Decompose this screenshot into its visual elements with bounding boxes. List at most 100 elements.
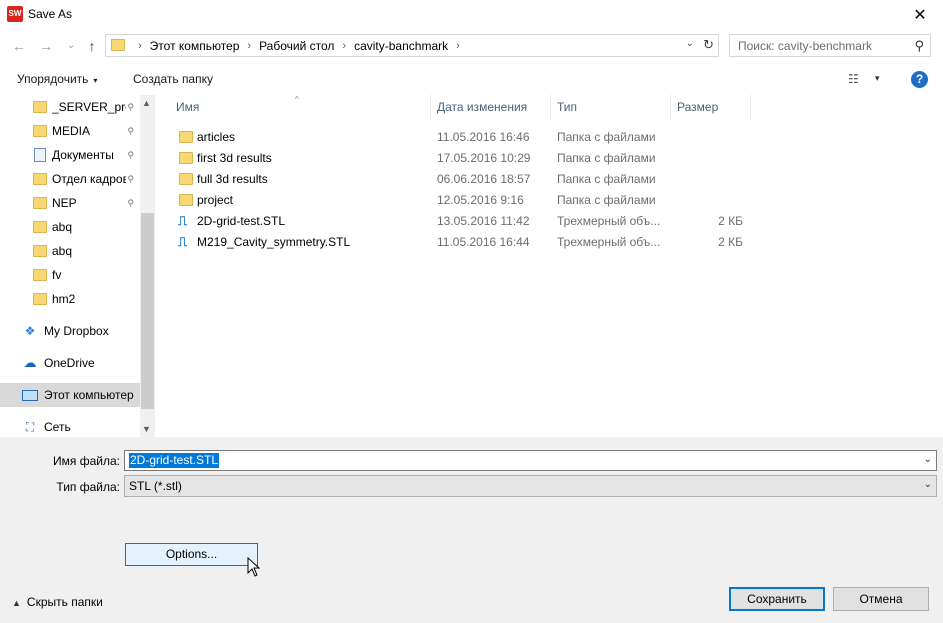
- nav-label: My Dropbox: [44, 324, 109, 338]
- chevron-right-icon: ›: [138, 39, 142, 52]
- pin-icon: ⚲: [127, 125, 134, 136]
- folder-icon: [179, 173, 193, 185]
- options-button[interactable]: Options...: [125, 543, 258, 566]
- folder-icon: [33, 173, 47, 185]
- nav-item-abq-2[interactable]: abq: [0, 239, 140, 263]
- scroll-down-icon[interactable]: ▼: [142, 424, 151, 434]
- nav-label: hm2: [52, 292, 76, 306]
- close-icon: ✕: [913, 7, 927, 24]
- file-type: Папка с файлами: [557, 151, 656, 165]
- breadcrumb: › Этот компьютер › Рабочий стол › cavity…: [130, 35, 468, 56]
- file-date: 11.05.2016 16:46: [437, 130, 530, 144]
- folder-icon: [33, 221, 47, 233]
- folder-icon: [33, 197, 47, 209]
- file-row[interactable]: first 3d results 17.05.2016 10:29 Папка …: [157, 147, 943, 168]
- nav-item-documents[interactable]: Документы ⚲: [0, 143, 140, 167]
- search-icon[interactable]: ⚲: [914, 38, 924, 54]
- chevron-right-icon[interactable]: ›: [342, 40, 346, 52]
- folder-icon: [33, 125, 47, 137]
- file-date: 06.06.2016 18:57: [437, 172, 531, 186]
- file-date: 17.05.2016 10:29: [437, 151, 531, 165]
- nav-item-hm2[interactable]: hm2: [0, 287, 140, 311]
- cloud-icon: ☁: [23, 355, 37, 370]
- chevron-down-icon[interactable]: ⌄: [686, 38, 694, 49]
- chevron-right-icon[interactable]: ›: [247, 40, 251, 52]
- column-header-date[interactable]: Дата изменения: [431, 95, 551, 120]
- folder-icon: [179, 131, 193, 143]
- caret-up-icon: ▲: [12, 598, 21, 608]
- cancel-button[interactable]: Отмена: [833, 587, 929, 611]
- sort-ascending-icon: ^: [295, 95, 299, 104]
- column-header-type[interactable]: Тип: [551, 95, 671, 120]
- file-row[interactable]: articles 11.05.2016 16:46 Папка с файлам…: [157, 126, 943, 147]
- column-header-name[interactable]: Имя: [170, 95, 431, 120]
- pin-icon: ⚲: [127, 101, 134, 112]
- forward-icon[interactable]: →: [36, 38, 56, 54]
- chevron-right-icon[interactable]: ›: [456, 40, 460, 52]
- help-icon[interactable]: ?: [911, 71, 928, 88]
- nav-item-abq[interactable]: abq: [0, 215, 140, 239]
- nav-item-onedrive[interactable]: ☁ OneDrive: [0, 351, 140, 375]
- nav-label: Этот компьютер: [44, 388, 134, 402]
- file-date: 12.05.2016 9:16: [437, 193, 524, 207]
- file-name: first 3d results: [197, 151, 272, 165]
- file-type: Папка с файлами: [557, 130, 656, 144]
- recent-locations-icon[interactable]: ⌄: [61, 38, 81, 54]
- up-folder-icon[interactable]: ↑: [82, 38, 102, 54]
- stl-file-icon: ⎍: [178, 234, 188, 249]
- filetype-label: Тип файла:: [56, 480, 120, 494]
- organize-button[interactable]: Упорядочить ▾: [17, 72, 97, 86]
- breadcrumb-desktop[interactable]: Рабочий стол: [259, 39, 334, 53]
- folder-icon: [33, 293, 47, 305]
- nav-scrollbar-thumb[interactable]: [141, 213, 154, 409]
- column-header-size[interactable]: Размер: [671, 95, 751, 120]
- chevron-down-icon[interactable]: ⌄: [924, 479, 932, 490]
- file-date: 13.05.2016 11:42: [437, 214, 530, 228]
- nav-item-hr-dept[interactable]: Отдел кадров ⚲: [0, 167, 140, 191]
- hide-folders-toggle[interactable]: ▲ Скрыть папки: [12, 595, 103, 609]
- file-name: articles: [197, 130, 236, 144]
- hide-folders-label: Скрыть папки: [26, 595, 103, 609]
- nav-label: abq: [52, 220, 73, 234]
- nav-item-this-pc[interactable]: Этот компьютер: [0, 383, 140, 407]
- file-row[interactable]: full 3d results 06.06.2016 18:57 Папка с…: [157, 168, 943, 189]
- search-input[interactable]: Поиск: cavity-benchmark ⚲: [729, 34, 931, 57]
- filetype-value: STL (*.stl): [129, 479, 182, 493]
- nav-item-nep[interactable]: NEP ⚲: [0, 191, 140, 215]
- scroll-up-icon[interactable]: ▲: [142, 98, 151, 108]
- pin-icon: ⚲: [127, 149, 134, 160]
- new-folder-button[interactable]: Создать папку: [133, 72, 213, 86]
- file-row[interactable]: ⎍ 2D-grid-test.STL 13.05.2016 11:42 Трех…: [157, 210, 943, 231]
- address-bar[interactable]: › Этот компьютер › Рабочий стол › cavity…: [105, 34, 719, 57]
- view-options-icon[interactable]: ☷: [848, 72, 859, 86]
- nav-item-media[interactable]: MEDIA ⚲: [0, 119, 140, 143]
- file-name: full 3d results: [197, 172, 268, 186]
- nav-label: Отдел кадров: [52, 172, 126, 186]
- window-title: Save As: [28, 7, 73, 21]
- pin-icon: ⚲: [127, 197, 134, 208]
- file-row[interactable]: ⎍ M219_Cavity_symmetry.STL 11.05.2016 16…: [157, 231, 943, 252]
- network-icon: ⛶: [25, 419, 35, 434]
- back-icon[interactable]: ←: [9, 38, 29, 54]
- file-row[interactable]: project 12.05.2016 9:16 Папка с файлами: [157, 189, 943, 210]
- breadcrumb-computer[interactable]: Этот компьютер: [150, 39, 240, 53]
- filetype-select[interactable]: STL (*.stl) ⌄: [124, 475, 937, 497]
- mouse-cursor-icon: [247, 557, 261, 577]
- refresh-icon[interactable]: ↻: [703, 37, 714, 53]
- filename-value: 2D-grid-test.STL: [129, 453, 220, 468]
- file-size: 2 КБ: [718, 214, 743, 228]
- nav-label: abq: [52, 244, 73, 258]
- breadcrumb-current-folder[interactable]: cavity-banchmark: [354, 39, 448, 53]
- chevron-down-icon[interactable]: ⌄: [924, 454, 932, 465]
- file-type: Трехмерный объ...: [557, 214, 661, 228]
- nav-item-server-proj[interactable]: _SERVER_proj ⚲: [0, 95, 140, 119]
- caret-down-icon[interactable]: ▾: [875, 73, 880, 84]
- nav-item-network[interactable]: ⛶ Сеть: [0, 415, 140, 437]
- save-button[interactable]: Сохранить: [729, 587, 825, 611]
- folder-icon: [33, 269, 47, 281]
- nav-item-fv[interactable]: fv: [0, 263, 140, 287]
- close-button[interactable]: ✕: [897, 0, 943, 30]
- nav-item-dropbox[interactable]: ❖ My Dropbox: [0, 319, 140, 343]
- filename-input[interactable]: 2D-grid-test.STL ⌄: [124, 450, 937, 471]
- pin-icon: ⚲: [127, 173, 134, 184]
